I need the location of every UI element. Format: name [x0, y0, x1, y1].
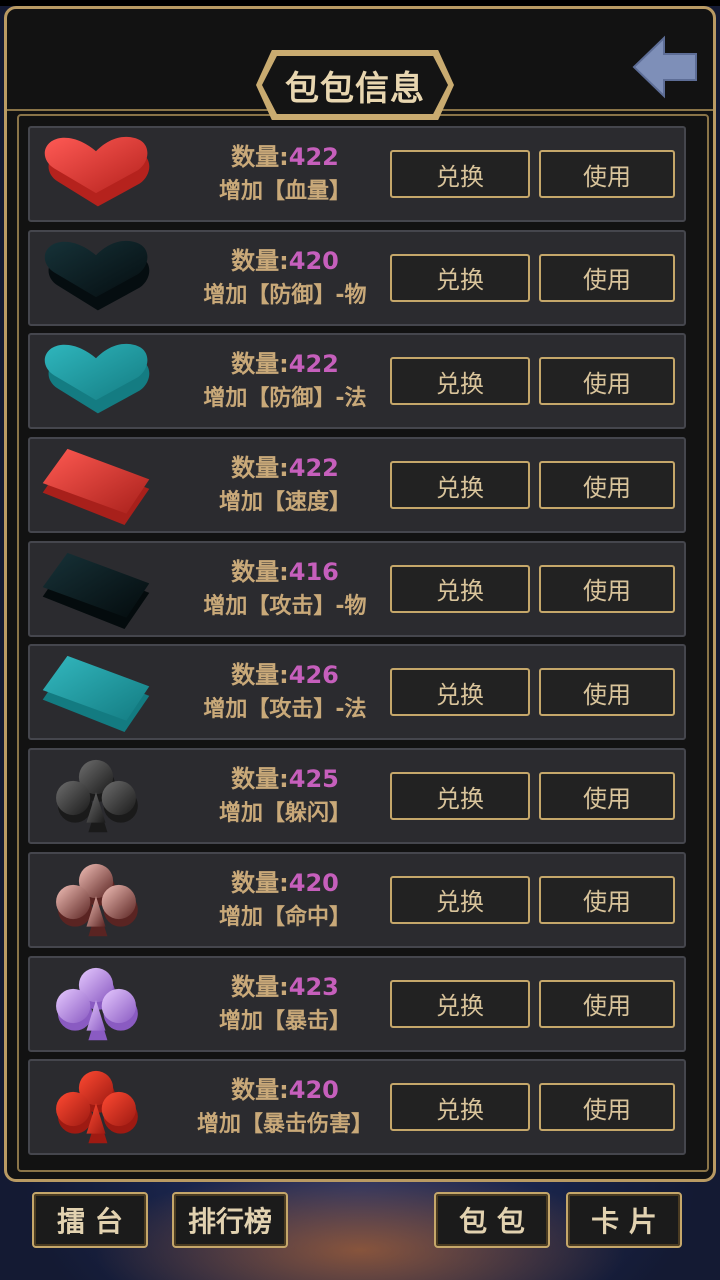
- quantity-label: 数量:: [231, 868, 289, 897]
- quantity-label: 数量:: [231, 454, 289, 483]
- item-effect: 增加【暴击】: [218, 1008, 351, 1034]
- club-lilac-icon: [36, 966, 156, 1044]
- item-quantity: 数量:416: [160, 555, 410, 589]
- back-button[interactable]: [630, 34, 700, 100]
- exchange-button[interactable]: 兑换: [390, 150, 530, 198]
- item-row: 数量:422 增加【防御】-法 兑换 使用: [28, 333, 686, 430]
- exchange-button[interactable]: 兑换: [390, 979, 530, 1028]
- exchange-button[interactable]: 兑换: [390, 253, 530, 302]
- quantity-label: 数量:: [231, 557, 289, 586]
- quantity-value: 426: [288, 661, 339, 690]
- item-quantity: 数量:420: [160, 244, 410, 278]
- club-red-icon: [36, 1069, 156, 1147]
- item-row: 数量:422 增加【血量】 兑换 使用: [28, 126, 686, 222]
- exchange-button[interactable]: 兑换: [390, 564, 530, 613]
- item-row: 数量:416 增加【攻击】-物 兑换 使用: [28, 540, 686, 637]
- item-effect: 增加【攻击】-法: [203, 697, 367, 723]
- nav-bag-button[interactable]: 包 包: [434, 1192, 550, 1248]
- exchange-button[interactable]: 兑换: [390, 357, 530, 406]
- heart-red-icon: [36, 136, 156, 214]
- diamond-teal-icon: [36, 654, 156, 733]
- quantity-value: 425: [288, 765, 339, 794]
- exchange-button[interactable]: 兑换: [390, 772, 530, 821]
- item-quantity: 数量:422: [160, 451, 410, 485]
- item-effect: 增加【攻击】-物: [203, 593, 367, 619]
- quantity-value: 420: [288, 1076, 339, 1105]
- quantity-label: 数量:: [231, 661, 289, 690]
- item-quantity: 数量:420: [160, 866, 410, 900]
- use-button[interactable]: 使用: [539, 564, 675, 613]
- item-row: 数量:423 增加【暴击】 兑换 使用: [28, 955, 686, 1052]
- quantity-label: 数量:: [231, 246, 289, 275]
- quantity-value: 422: [288, 143, 339, 171]
- item-row: 数量:426 增加【攻击】-法 兑换 使用: [28, 644, 686, 741]
- item-row: 数量:420 增加【命中】 兑换 使用: [28, 851, 686, 948]
- quantity-label: 数量:: [231, 1076, 289, 1105]
- item-quantity: 数量:425: [160, 762, 410, 796]
- item-quantity: 数量:423: [160, 970, 410, 1004]
- item-row: 数量:425 增加【躲闪】 兑换 使用: [28, 748, 686, 845]
- item-effect: 增加【躲闪】: [218, 801, 351, 827]
- item-effect: 增加【暴击伤害】: [196, 1112, 373, 1138]
- item-info: 数量:422 增加【速度】: [160, 451, 410, 521]
- club-pink-icon: [36, 862, 156, 940]
- item-quantity: 数量:426: [160, 658, 410, 692]
- exchange-button[interactable]: 兑换: [390, 668, 530, 717]
- diamond-black-icon: [36, 551, 156, 629]
- use-button[interactable]: 使用: [539, 1083, 675, 1132]
- heart-teal-icon: [36, 343, 156, 421]
- item-effect: 增加【防御】-物: [203, 282, 367, 308]
- nav-ranking-button[interactable]: 排行榜: [172, 1192, 288, 1248]
- item-effect: 增加【防御】-法: [203, 386, 367, 412]
- item-info: 数量:416 增加【攻击】-物: [160, 555, 410, 625]
- quantity-value: 422: [288, 454, 339, 483]
- item-quantity: 数量:422: [160, 347, 410, 381]
- quantity-label: 数量:: [231, 765, 289, 794]
- item-effect: 增加【血量】: [218, 179, 351, 204]
- item-row: 数量:422 增加【速度】 兑换 使用: [28, 437, 686, 534]
- quantity-value: 423: [288, 972, 339, 1001]
- item-info: 数量:426 增加【攻击】-法: [160, 658, 410, 728]
- use-button[interactable]: 使用: [539, 668, 675, 717]
- use-button[interactable]: 使用: [539, 253, 675, 302]
- use-button[interactable]: 使用: [539, 150, 675, 198]
- item-info: 数量:423 增加【暴击】: [160, 970, 410, 1040]
- exchange-button[interactable]: 兑换: [390, 461, 530, 510]
- club-gray-icon: [36, 758, 156, 836]
- item-info: 数量:422 增加【血量】: [160, 140, 410, 210]
- use-button[interactable]: 使用: [539, 772, 675, 821]
- page-title: 包包信息: [262, 56, 448, 114]
- quantity-value: 420: [288, 868, 339, 897]
- exchange-button[interactable]: 兑换: [390, 875, 530, 924]
- item-info: 数量:422 增加【防御】-法: [160, 347, 410, 417]
- back-arrow-icon: [632, 35, 697, 99]
- use-button[interactable]: 使用: [539, 461, 675, 510]
- quantity-label: 数量:: [231, 972, 289, 1001]
- item-row: 数量:420 增加【暴击伤害】 兑换 使用: [28, 1059, 686, 1156]
- item-row: 数量:420 增加【防御】-物 兑换 使用: [28, 229, 686, 326]
- use-button[interactable]: 使用: [539, 979, 675, 1028]
- exchange-button[interactable]: 兑换: [390, 1083, 530, 1132]
- nav-cards-button[interactable]: 卡 片: [566, 1192, 682, 1248]
- nav-arena-button[interactable]: 擂 台: [32, 1192, 148, 1248]
- quantity-label: 数量:: [231, 350, 289, 379]
- quantity-value: 416: [288, 557, 339, 586]
- diamond-red-icon: [36, 447, 156, 526]
- use-button[interactable]: 使用: [539, 357, 675, 406]
- quantity-label: 数量:: [231, 143, 289, 171]
- item-quantity: 数量:422: [160, 140, 410, 174]
- quantity-value: 422: [288, 350, 339, 379]
- item-quantity: 数量:420: [160, 1073, 410, 1107]
- use-button[interactable]: 使用: [539, 875, 675, 924]
- item-info: 数量:420 增加【命中】: [160, 866, 410, 936]
- item-list: 数量:422 增加【血量】 兑换 使用 数量:420 增加【防御】-物 兑换 使…: [28, 126, 686, 1163]
- item-info: 数量:420 增加【暴击伤害】: [160, 1073, 410, 1143]
- item-info: 数量:425 增加【躲闪】: [160, 762, 410, 832]
- heart-black-icon: [36, 240, 156, 318]
- item-info: 数量:420 增加【防御】-物: [160, 244, 410, 314]
- item-effect: 增加【速度】: [218, 490, 351, 516]
- item-effect: 增加【命中】: [218, 904, 351, 930]
- quantity-value: 420: [288, 246, 339, 275]
